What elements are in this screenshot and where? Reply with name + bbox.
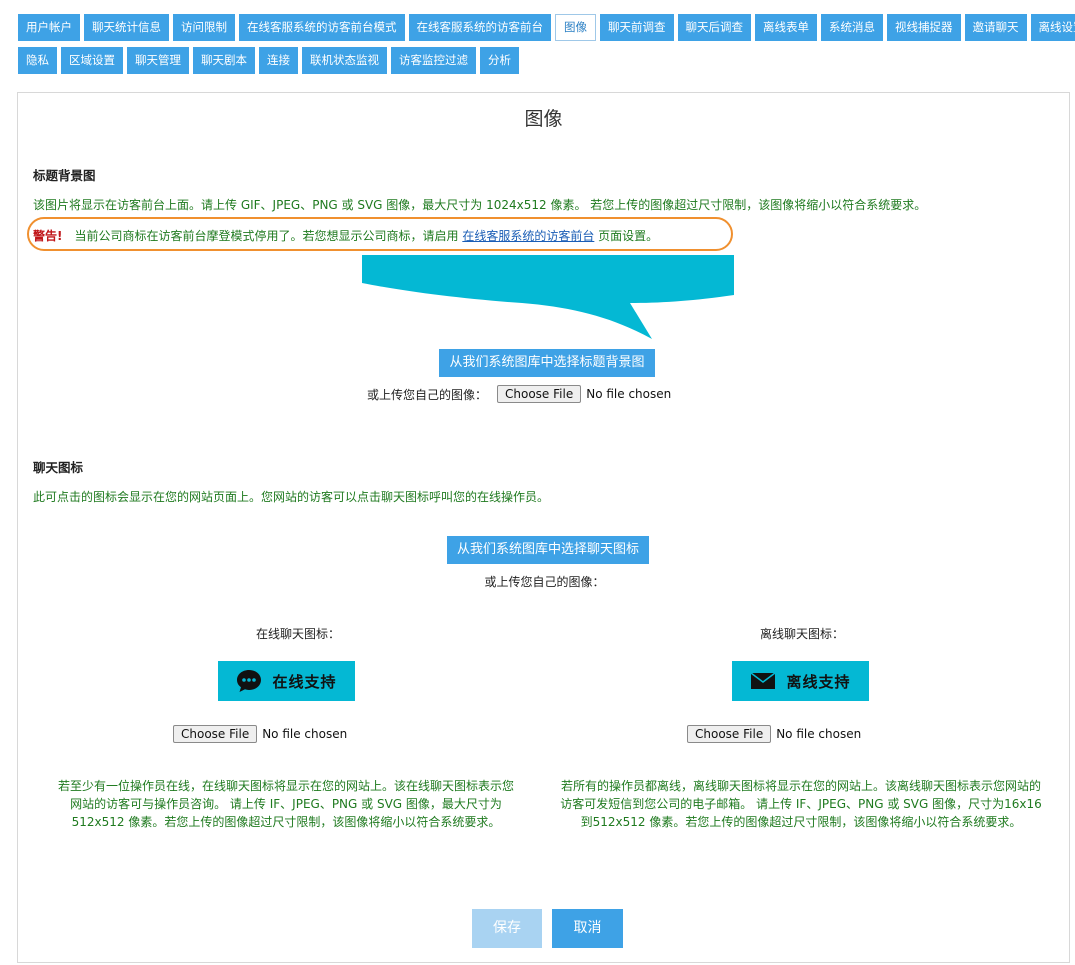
chat-icon-upload-label: 或上传您自己的图像：: [484, 575, 605, 589]
warning-suffix: 页面设置。: [598, 229, 659, 243]
tab-r2-7[interactable]: 分析: [480, 47, 519, 74]
online-file-status: No file chosen: [262, 727, 348, 741]
tab-r2-6[interactable]: 访客监控过滤: [391, 47, 476, 74]
warning-text: 当前公司商标在访客前台摩登模式停用了。若您想显示公司商标，请启用: [74, 229, 459, 243]
offline-icon-note: 若所有的操作员都离线，离线聊天图标将显示在您的网站上。该离线聊天图标表示您网站的…: [560, 779, 1042, 829]
tab-r1-4[interactable]: 在线客服系统的访客前台: [408, 14, 551, 41]
header-bg-choose-file-button[interactable]: Choose File: [497, 385, 582, 403]
tab-bar-row-2: 隐私 区域设置 聊天管理 聊天剧本 连接 联机状态监视 访客监控过滤 分析: [18, 47, 519, 74]
choose-chat-icon-library-button[interactable]: 从我们系统图库中选择聊天图标: [447, 536, 649, 564]
tab-r1-9[interactable]: 系统消息: [821, 14, 883, 41]
image-settings-panel: 图像 标题背景图 该图片将显示在访客前台上面。请上传 GIF、JPEG、PNG …: [17, 92, 1070, 963]
online-icon-text: 在线支持: [272, 672, 337, 691]
tab-r1-10[interactable]: 视线捕捉器: [887, 14, 961, 41]
tab-r1-8[interactable]: 离线表单: [755, 14, 817, 41]
warning-label: 警告!: [33, 229, 63, 243]
header-bg-heading: 标题背景图: [33, 168, 96, 183]
warning-message: 警告! 当前公司商标在访客前台摩登模式停用了。若您想显示公司商标，请启用 在线客服…: [33, 227, 658, 244]
tab-r1-2[interactable]: 访问限制: [173, 14, 235, 41]
offline-upload-row: Choose File No file chosen: [687, 725, 861, 743]
tab-r1-3[interactable]: 在线客服系统的访客前台模式: [239, 14, 405, 41]
visitor-frontend-link[interactable]: 在线客服系统的访客前台: [462, 229, 594, 243]
tab-r1-7[interactable]: 聊天后调查: [677, 14, 751, 41]
upload-label: 或上传您自己的图像：: [367, 387, 488, 402]
tab-r2-4[interactable]: 连接: [259, 47, 298, 74]
tab-r1-12[interactable]: 离线设置: [1030, 14, 1075, 41]
online-upload-row: Choose File No file chosen: [173, 725, 347, 743]
tab-r1-6[interactable]: 聊天前调查: [600, 14, 674, 41]
page-title: 图像: [524, 108, 563, 130]
header-background-preview: [362, 255, 734, 339]
online-chat-icon-preview[interactable]: 在线支持: [218, 661, 355, 701]
tab-r2-2[interactable]: 聊天管理: [127, 47, 189, 74]
tab-r1-11[interactable]: 邀请聊天: [964, 14, 1027, 41]
online-choose-file-button[interactable]: Choose File: [173, 725, 258, 743]
chat-icon-description: 此可点击的图标会显示在您的网站页面上。您网站的访客可以点击聊天图标呼叫您的在线操…: [33, 490, 550, 504]
choose-header-bg-library-button[interactable]: 从我们系统图库中选择标题背景图: [439, 349, 655, 377]
tab-r1-5[interactable]: 图像: [555, 14, 596, 41]
envelope-icon: [751, 672, 776, 689]
offline-choose-file-button[interactable]: Choose File: [687, 725, 772, 743]
header-bg-upload-row: 或上传您自己的图像： Choose File No file chosen: [367, 385, 671, 403]
tab-r2-0[interactable]: 隐私: [18, 47, 57, 74]
cancel-button[interactable]: 取消: [552, 909, 623, 948]
header-bg-description: 该图片将显示在访客前台上面。请上传 GIF、JPEG、PNG 或 SVG 图像，…: [33, 198, 927, 212]
save-button[interactable]: 保存: [472, 909, 542, 948]
offline-file-status: No file chosen: [776, 727, 862, 741]
speech-bubble-icon: [237, 670, 262, 692]
tab-r1-1[interactable]: 聊天统计信息: [84, 14, 169, 41]
tab-r2-1[interactable]: 区域设置: [61, 47, 123, 74]
tab-r2-3[interactable]: 聊天剧本: [193, 47, 255, 74]
online-icon-label: 在线聊天图标：: [255, 627, 340, 641]
tab-bar-row-1: 用户帐户 聊天统计信息 访问限制 在线客服系统的访客前台模式 在线客服系统的访客前台 图像…: [18, 14, 1075, 41]
tab-r2-5[interactable]: 联机状态监视: [302, 47, 387, 74]
offline-icon-text: 离线支持: [786, 672, 851, 691]
offline-chat-icon-preview[interactable]: 离线支持: [732, 661, 869, 701]
tab-r1-0[interactable]: 用户帐户: [18, 14, 80, 41]
chat-icon-heading: 聊天图标: [33, 460, 84, 475]
offline-icon-label: 离线聊天图标：: [759, 627, 844, 641]
online-icon-note: 若至少有一位操作员在线，在线聊天图标将显示在您的网站上。该在线聊天图标表示您网站…: [57, 779, 514, 829]
header-bg-file-status: No file chosen: [586, 387, 672, 401]
